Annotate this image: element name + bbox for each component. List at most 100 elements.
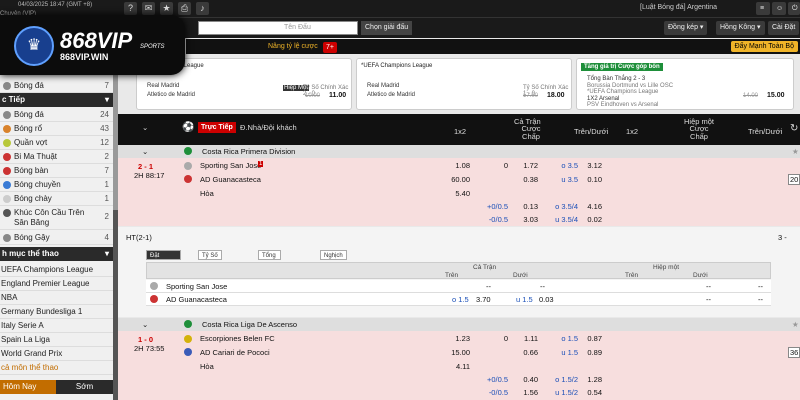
handicap-odds[interactable]: 0.13 bbox=[510, 202, 538, 211]
handicap-odds[interactable]: 1.56 bbox=[510, 388, 538, 397]
tab-today[interactable]: Hôm Nay bbox=[0, 380, 56, 394]
sidebar-item-football[interactable]: Bóng đá 7 bbox=[0, 79, 113, 93]
category-item[interactable]: Italy Serie A bbox=[0, 319, 113, 333]
over-under-odds[interactable]: 3.12 bbox=[578, 161, 602, 170]
team-home: Sporting San Jose bbox=[200, 161, 262, 170]
live-section-label: c Tiếp bbox=[2, 95, 25, 104]
over-under-odds[interactable]: 0.87 bbox=[578, 334, 602, 343]
power-icon[interactable]: ⏻ bbox=[788, 2, 800, 15]
sidebar-item-baseball[interactable]: Bóng chày 1 bbox=[0, 192, 113, 206]
info-icon[interactable]: ? bbox=[124, 2, 137, 15]
over-under-odds[interactable]: 1.28 bbox=[578, 375, 602, 384]
top-links[interactable]: [Luật Bóng đá] Argentina bbox=[640, 4, 717, 11]
star-icon[interactable]: ★ bbox=[792, 145, 799, 158]
search-input[interactable]: Tên Đấu bbox=[198, 21, 358, 35]
odds-type-select[interactable]: Đồng kép ▾ bbox=[664, 21, 708, 35]
sidebar-item-table-tennis[interactable]: Bóng bàn 7 bbox=[0, 164, 113, 178]
over-under-odds[interactable]: 0.89 bbox=[578, 348, 602, 357]
team-logo-icon bbox=[184, 162, 192, 170]
chevron-down-icon[interactable]: ⌄ bbox=[142, 123, 148, 132]
sidebar-item-label: Bóng Gậy bbox=[14, 233, 50, 242]
handicap-line: -0/0.5 bbox=[488, 388, 508, 397]
over-under-odds[interactable]: 0.10 bbox=[578, 175, 602, 184]
sound-icon[interactable]: ♪ bbox=[196, 2, 209, 15]
tab-correct-score[interactable]: Tỷ Số Chính Xác bbox=[198, 250, 223, 279]
print-icon[interactable]: ⎙ bbox=[178, 2, 191, 15]
category-item[interactable]: UEFA Champions League bbox=[0, 263, 113, 277]
star-icon[interactable]: ★ bbox=[792, 318, 799, 331]
category-item[interactable]: World Grand Prix bbox=[0, 347, 113, 361]
chevron-down-icon[interactable]: ⌄ bbox=[142, 145, 148, 158]
settings-button[interactable]: Cài Đặt bbox=[768, 21, 800, 35]
sidebar-item-tennis[interactable]: Quần vợt 12 bbox=[0, 136, 113, 150]
live-section-header[interactable]: c Tiếp ▾ bbox=[0, 93, 113, 107]
handicap-line: +0/0.5 bbox=[486, 375, 508, 384]
category-item[interactable]: Germany Bundesliga 1 bbox=[0, 305, 113, 319]
category-item[interactable]: England Premier League bbox=[0, 277, 113, 291]
more-bets-button[interactable]: 36 bbox=[788, 347, 800, 358]
sidebar-item-ice-hockey[interactable]: Khúc Côn Cầu Trên Sân Băng 2 bbox=[0, 206, 113, 230]
boosted-odds-label[interactable]: Nâng tỷ lệ cược bbox=[268, 43, 318, 50]
over-under-odds[interactable]: 0.02 bbox=[578, 215, 602, 224]
card-odds[interactable]: 18.00 bbox=[547, 92, 565, 99]
detail-over-header: Trên bbox=[445, 272, 459, 279]
sidebar-tabs: Hôm Nay Sớm bbox=[0, 380, 113, 394]
odds-1x2[interactable]: 1.23 bbox=[440, 334, 470, 343]
category-item[interactable]: Spain La Liga bbox=[0, 333, 113, 347]
sidebar-item-snooker[interactable]: Bi Ma Thuật 2 bbox=[0, 150, 113, 164]
promo-card[interactable]: Tăng giá trị Cược góp bổn Tổng Bàn Thắng… bbox=[576, 58, 794, 110]
handicap-odds[interactable]: 3.03 bbox=[510, 215, 538, 224]
mail-icon[interactable]: ✉ bbox=[142, 2, 155, 15]
handicap-odds[interactable]: 1.72 bbox=[510, 161, 538, 170]
handicap-odds[interactable]: 0.66 bbox=[510, 348, 538, 357]
card-odds[interactable]: 15.00 bbox=[767, 92, 785, 99]
league-header[interactable]: ⌄ Costa Rica Primera Division ★ bbox=[118, 145, 800, 158]
category-item[interactable]: NBA bbox=[0, 291, 113, 305]
odds-table-header: ⌄ ⚽ Trực Tiếp Đ.Nhà/Đội khách Cả Trận Hi… bbox=[118, 114, 800, 145]
tab-reverse-correct-score[interactable]: Nghịch Tỷ Số Chính Xác bbox=[320, 250, 347, 289]
chevron-down-icon[interactable]: ⌄ bbox=[142, 318, 148, 331]
odds-1x2[interactable]: 4.11 bbox=[440, 362, 470, 371]
card-team: Atletico de Madrid bbox=[367, 92, 416, 98]
detail-under-line: u 1.5 bbox=[516, 295, 533, 304]
odds-1x2[interactable]: 5.40 bbox=[440, 189, 470, 198]
odds-1x2[interactable]: 60.00 bbox=[440, 175, 470, 184]
odds-format-select[interactable]: Hồng Kông ▾ bbox=[716, 21, 765, 35]
promo-card[interactable]: *UEFA Champions League Real Madrid Atlet… bbox=[356, 58, 572, 110]
ice-hockey-icon bbox=[3, 209, 11, 217]
tab-early[interactable]: Sớm bbox=[56, 380, 113, 394]
tab-over-under[interactable]: Đặt Trên/Dưới bbox=[146, 250, 182, 269]
odds-format-label: Hồng Kông bbox=[720, 24, 756, 31]
sidebar-item-live-football[interactable]: Bóng đá 24 bbox=[0, 108, 113, 122]
sidebar-item-basketball[interactable]: Bóng rổ 43 bbox=[0, 122, 113, 136]
menu-icon[interactable]: ≡ bbox=[756, 2, 770, 15]
user-icon[interactable]: ☺ bbox=[772, 2, 786, 15]
categories-header[interactable]: h mục thể thao ▾ bbox=[0, 247, 113, 261]
more-bets-button[interactable]: 20 bbox=[788, 174, 800, 185]
detail-under-odds[interactable]: 0.03 bbox=[539, 295, 554, 304]
choose-league-button[interactable]: Chọn giải đấu bbox=[361, 21, 413, 35]
refresh-icon[interactable]: ↻ bbox=[790, 123, 798, 134]
card-odds[interactable]: 11.00 bbox=[329, 92, 346, 99]
odds-1x2[interactable]: 1.08 bbox=[440, 161, 470, 170]
all-sports-link[interactable]: cả môn thể thao bbox=[0, 361, 113, 375]
handicap-odds[interactable]: 0.38 bbox=[510, 175, 538, 184]
over-under-odds[interactable]: 4.16 bbox=[578, 202, 602, 211]
over-under-odds[interactable]: 0.54 bbox=[578, 388, 602, 397]
over-under-line: o 3.5/4 bbox=[555, 202, 578, 211]
handicap-odds[interactable]: 1.11 bbox=[510, 334, 538, 343]
chevron-down-icon: ▾ bbox=[104, 95, 109, 104]
boost-all-button[interactable]: Đẩy Mạnh Toàn Bộ bbox=[730, 41, 798, 52]
star-icon[interactable]: ★ bbox=[160, 2, 173, 15]
sidebar-item-label: Bóng đá bbox=[14, 81, 44, 90]
sidebar-item-cricket[interactable]: Bóng Gậy 4 bbox=[0, 231, 113, 245]
odds-1x2[interactable]: 15.00 bbox=[440, 348, 470, 357]
handicap-odds[interactable]: 0.40 bbox=[510, 375, 538, 384]
detail-more[interactable]: 3 - bbox=[778, 233, 787, 242]
detail-over-odds[interactable]: 3.70 bbox=[476, 295, 491, 304]
over-under-line: u 3.5 bbox=[561, 175, 578, 184]
sidebar-item-volleyball[interactable]: Bóng chuyền 1 bbox=[0, 178, 113, 192]
sidebar-item-count: 7 bbox=[104, 166, 109, 175]
league-header[interactable]: ⌄ Costa Rica Liga De Ascenso ★ bbox=[118, 318, 800, 331]
tab-total-goals[interactable]: Tổng bàn thắng bbox=[258, 250, 282, 279]
